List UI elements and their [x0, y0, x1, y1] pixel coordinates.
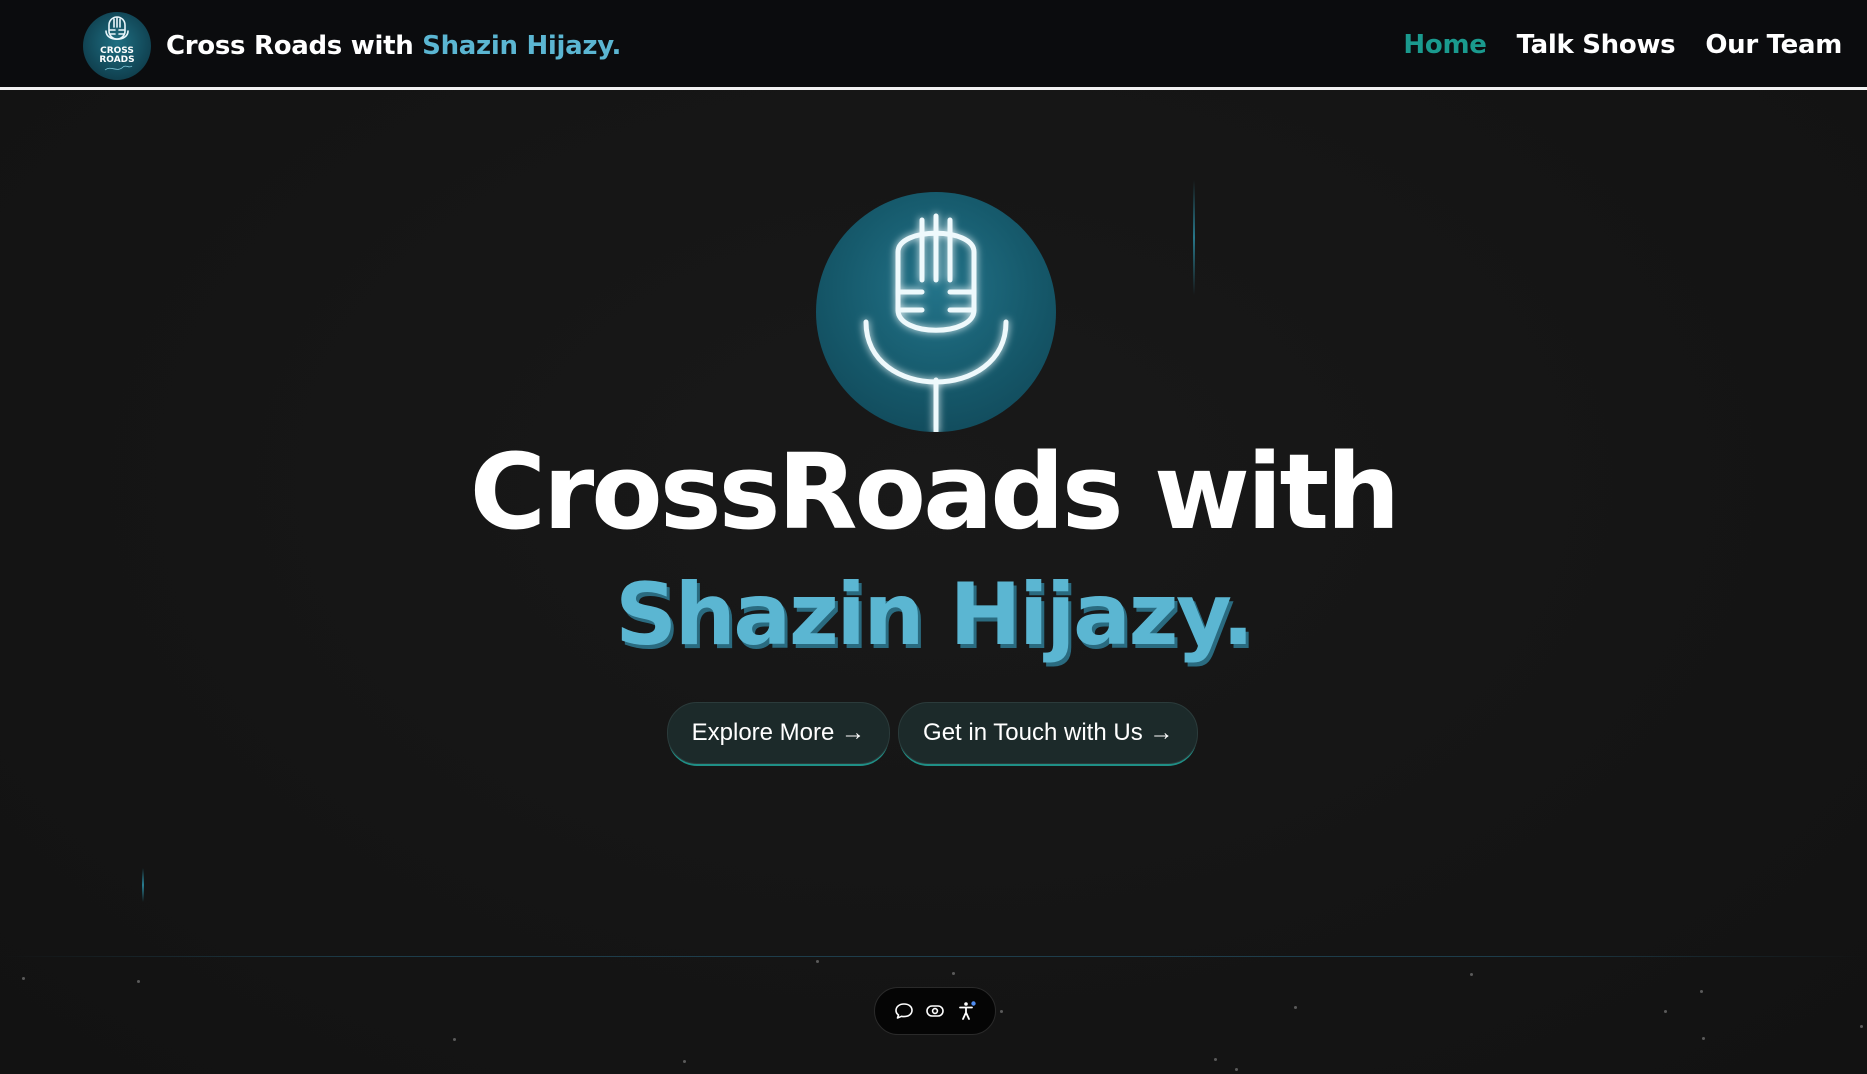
- logo-signature: [104, 65, 133, 71]
- nav-home[interactable]: Home: [1403, 30, 1486, 60]
- accessibility-person-icon[interactable]: [954, 998, 980, 1024]
- brand-home-link[interactable]: CROSS ROADS Cross Roads with Shazin Hija…: [83, 11, 621, 81]
- decorative-star: [1664, 1010, 1667, 1013]
- page: CROSS ROADS Cross Roads with Shazin Hija…: [0, 0, 1867, 1074]
- accessibility-toolbar: [874, 987, 996, 1035]
- decorative-star: [1235, 1068, 1238, 1071]
- hero-subtitle: Shazin Hijazy.: [615, 565, 1254, 665]
- navbar: CROSS ROADS Cross Roads with Shazin Hija…: [0, 0, 1867, 90]
- decorative-star: [1702, 1037, 1705, 1040]
- decorative-streak: [142, 868, 144, 902]
- microphone-icon: CROSS ROADS: [99, 16, 135, 71]
- explore-more-button[interactable]: Explore More →: [666, 702, 891, 764]
- nav-talk-shows[interactable]: Talk Shows: [1517, 30, 1676, 60]
- brand-title: Cross Roads with Shazin Hijazy.: [166, 31, 621, 61]
- get-in-touch-button[interactable]: Get in Touch with Us →: [898, 702, 1199, 764]
- decorative-star: [1294, 1006, 1297, 1009]
- decorative-star: [1000, 1010, 1003, 1013]
- hero-microphone-logo: [816, 192, 1056, 432]
- cta-row: Explore More → Get in Touch with Us →: [0, 702, 1867, 764]
- decorative-star: [1214, 1058, 1217, 1061]
- decorative-star: [683, 1060, 686, 1063]
- brand-title-prefix: Cross Roads with: [166, 31, 423, 61]
- decorative-glow-line: [0, 956, 1867, 957]
- decorative-star: [816, 960, 819, 963]
- eye-icon[interactable]: [922, 998, 948, 1024]
- nav-links: Home Talk Shows Our Team: [1373, 0, 1842, 90]
- decorative-star: [1700, 990, 1703, 993]
- decorative-star: [22, 977, 25, 980]
- decorative-star: [1470, 973, 1473, 976]
- decorative-star: [1860, 1025, 1863, 1028]
- decorative-star: [137, 980, 140, 983]
- microphone-icon: [863, 213, 1009, 432]
- brand-title-accent: Shazin Hijazy.: [422, 31, 622, 61]
- decorative-star: [453, 1038, 456, 1041]
- brand-logo: CROSS ROADS: [83, 12, 151, 80]
- logo-text-roads: ROADS: [99, 55, 134, 65]
- chat-bubble-icon[interactable]: [891, 998, 917, 1024]
- hero-title: CrossRoads with: [469, 431, 1401, 553]
- decorative-streak: [1193, 180, 1195, 295]
- nav-our-team[interactable]: Our Team: [1705, 30, 1842, 60]
- decorative-star: [952, 972, 955, 975]
